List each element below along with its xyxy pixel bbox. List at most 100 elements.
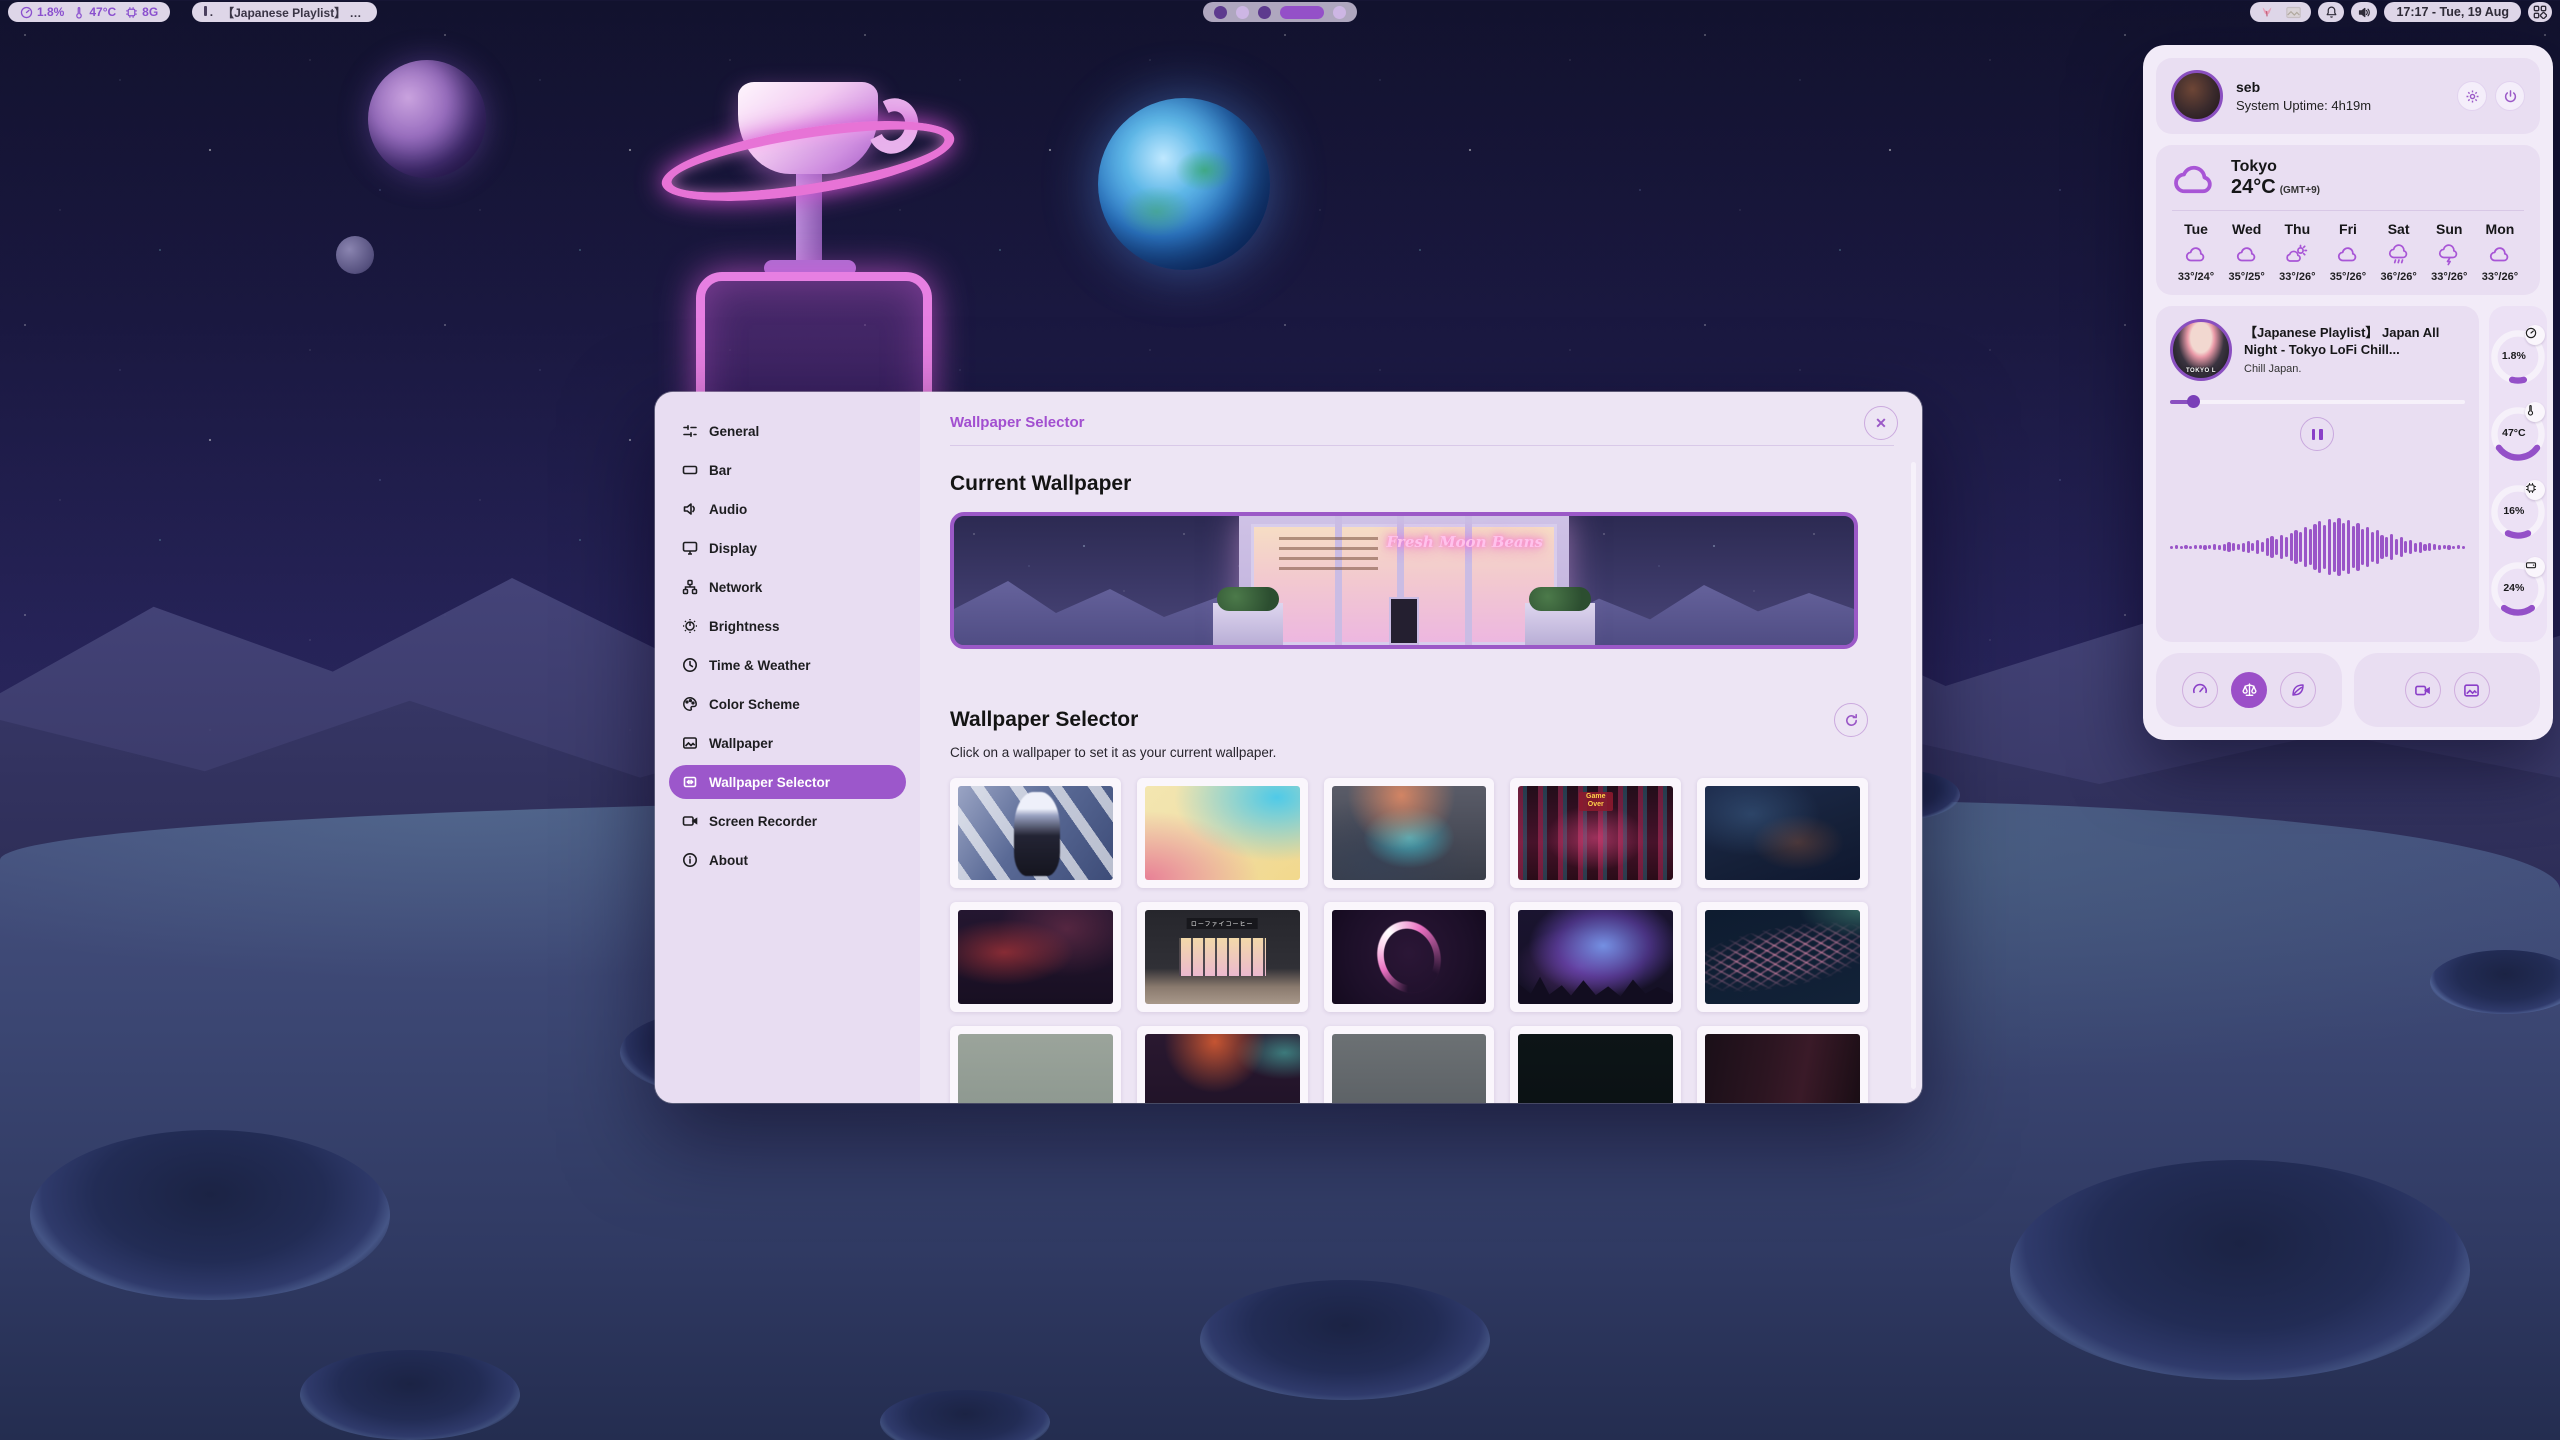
screen-record-button[interactable]: [2405, 672, 2441, 708]
volume-button[interactable]: [2351, 2, 2377, 22]
settings-button[interactable]: [2457, 81, 2487, 111]
power-button[interactable]: [2495, 81, 2525, 111]
sidebar-item-time-weather[interactable]: Time & Weather: [669, 648, 906, 682]
earth-planet: [1098, 98, 1270, 270]
media-pill[interactable]: 【Japanese Playlist】 J...: [192, 2, 377, 22]
performance-profile-button[interactable]: [2182, 672, 2218, 708]
current-wallpaper-preview[interactable]: Fresh Moon Beans: [950, 512, 1858, 649]
media-progress-thumb[interactable]: [2187, 395, 2200, 408]
wallpaper-thumbnail-green-field[interactable]: [950, 1026, 1121, 1103]
wallpaper-thumbnail-dark-maroon[interactable]: [1697, 1026, 1868, 1103]
forecast-day: Wed 35°/25°: [2223, 221, 2271, 283]
tray-app-icon[interactable]: [2260, 5, 2274, 19]
sidebar-item-bar[interactable]: Bar: [669, 453, 906, 487]
sidebar-item-color-scheme[interactable]: Color Scheme: [669, 687, 906, 721]
gauge-icon: [2525, 327, 2537, 339]
wallpaper-thumbnail-nebula-forest[interactable]: [1510, 902, 1681, 1012]
sidebar-item-network[interactable]: Network: [669, 570, 906, 604]
forecast-day: Thu 33°/26°: [2273, 221, 2321, 283]
wallpaper-thumbnail-gray-minimal[interactable]: [1324, 1026, 1495, 1103]
shortcut-group: [2354, 653, 2540, 727]
video-camera-icon: [2414, 682, 2431, 699]
current-wallpaper-heading: Current Wallpaper: [950, 472, 1894, 496]
notifications-button[interactable]: [2318, 2, 2344, 22]
refresh-icon: [1844, 713, 1859, 728]
audio-visualizer: [2170, 465, 2465, 629]
neon-sign-text: Fresh Moon Beans: [1387, 532, 1543, 552]
wallpaper-thumbnail-anime-crosswalk[interactable]: [950, 778, 1121, 888]
app-launcher-button[interactable]: [2528, 2, 2552, 22]
forecast-day: Tue 33°/24°: [2172, 221, 2220, 283]
sidebar-item-wallpaper-selector[interactable]: Wallpaper Selector: [669, 765, 906, 799]
sidebar-item-screen-recorder[interactable]: Screen Recorder: [669, 804, 906, 838]
wallpaper-selector-heading: Wallpaper Selector: [950, 708, 1138, 732]
balanced-profile-button[interactable]: [2231, 672, 2267, 708]
header-divider: [950, 445, 1894, 446]
tray-image-icon[interactable]: [2286, 6, 2301, 19]
media-subtitle: Chill Japan.: [2244, 363, 2465, 375]
wallpaper-thumbnail-wireframe-wave[interactable]: [1697, 902, 1868, 1012]
clock[interactable]: 17:17 - Tue, 19 Aug: [2384, 2, 2521, 22]
wallpaper-shortcut-button[interactable]: [2454, 672, 2490, 708]
speedometer-icon: [2192, 682, 2208, 698]
settings-main-panel: Wallpaper Selector ✕ Current Wallpaper F…: [920, 392, 1922, 1103]
image-icon: [682, 735, 698, 751]
top-bar: 1.8% 47°C 8G 【Japanese Playlist】 J... 17…: [0, 0, 2560, 24]
user-name: seb: [2236, 79, 2371, 95]
workspace-dot[interactable]: [1280, 6, 1324, 19]
close-button[interactable]: ✕: [1864, 406, 1898, 440]
cpu-gauge: 1.8%: [2489, 326, 2547, 390]
video-camera-icon: [682, 813, 698, 829]
gauge-icon: [20, 6, 33, 19]
sidebar-item-general[interactable]: General: [669, 414, 906, 448]
weather-forecast: Tue 33°/24° Wed 35°/25° Thu 33°/26° Fri …: [2172, 221, 2524, 283]
leaf-icon: [2290, 682, 2306, 698]
cloud-icon: [2172, 162, 2218, 196]
bar-icon: [682, 462, 698, 478]
wallpaper-thumbnail-lofi-coffee-shop[interactable]: ローファイコーヒー: [1137, 902, 1308, 1012]
wallpaper-thumbnail-purple-ring[interactable]: [1324, 902, 1495, 1012]
selector-subtitle: Click on a wallpaper to set it as your c…: [950, 745, 1894, 760]
temperature-stat: 47°C: [73, 5, 116, 19]
sun-cloud-icon: [2285, 244, 2309, 264]
album-art: TOKYO L: [2170, 319, 2232, 381]
cafe-storefront: Fresh Moon Beans: [1239, 516, 1569, 645]
scrollbar[interactable]: [1911, 462, 1916, 1089]
settings-window: General Bar Audio Display Network Bright…: [655, 392, 1922, 1103]
clock-icon: [682, 657, 698, 673]
wallpaper-thumbnail-autumn-trees[interactable]: [1137, 1026, 1308, 1103]
wallpaper-thumbnail-red-forest-figure[interactable]: [950, 902, 1121, 1012]
forecast-day: Sun 33°/26°: [2425, 221, 2473, 283]
sidebar-item-about[interactable]: About: [669, 843, 906, 877]
forecast-day: Sat 36°/26°: [2375, 221, 2423, 283]
play-pause-button[interactable]: [2300, 417, 2334, 451]
thermometer-icon: [73, 6, 85, 19]
wallpaper-thumbnail-pastel-gradient[interactable]: [1137, 778, 1308, 888]
system-tray: [2250, 2, 2311, 22]
wallpaper-thumbnail-neon-arcade[interactable]: Game Over: [1510, 778, 1681, 888]
wallpaper-thumbnail-dark-teal[interactable]: [1510, 1026, 1681, 1103]
cloud-icon: [2336, 244, 2360, 264]
gear-icon: [2465, 89, 2480, 104]
system-stats-pill[interactable]: 1.8% 47°C 8G: [8, 2, 170, 22]
workspace-dot[interactable]: [1214, 6, 1227, 19]
workspace-dot[interactable]: [1333, 6, 1346, 19]
sidebar-item-wallpaper[interactable]: Wallpaper: [669, 726, 906, 760]
sidebar-item-audio[interactable]: Audio: [669, 492, 906, 526]
sidebar-item-brightness[interactable]: Brightness: [669, 609, 906, 643]
palette-icon: [682, 696, 698, 712]
power-saver-profile-button[interactable]: [2280, 672, 2316, 708]
sidebar-item-display[interactable]: Display: [669, 531, 906, 565]
workspace-dot[interactable]: [1236, 6, 1249, 19]
media-progress-slider[interactable]: [2170, 395, 2465, 407]
workspace-dot[interactable]: [1258, 6, 1271, 19]
wallpaper-thumbnail-teal-blur[interactable]: [1324, 778, 1495, 888]
wallpaper-thumbnail-dark-forest[interactable]: [1697, 778, 1868, 888]
media-title: 【Japanese Playlist】 Japan All Night - To…: [2244, 325, 2465, 359]
refresh-button[interactable]: [1834, 703, 1868, 737]
bell-icon: [2325, 5, 2338, 19]
avatar: [2171, 70, 2223, 122]
system-gauges: 1.8% 47°C 16% 24%: [2489, 306, 2547, 642]
brightness-icon: [682, 618, 698, 634]
system-uptime: System Uptime: 4h19m: [2236, 98, 2371, 113]
